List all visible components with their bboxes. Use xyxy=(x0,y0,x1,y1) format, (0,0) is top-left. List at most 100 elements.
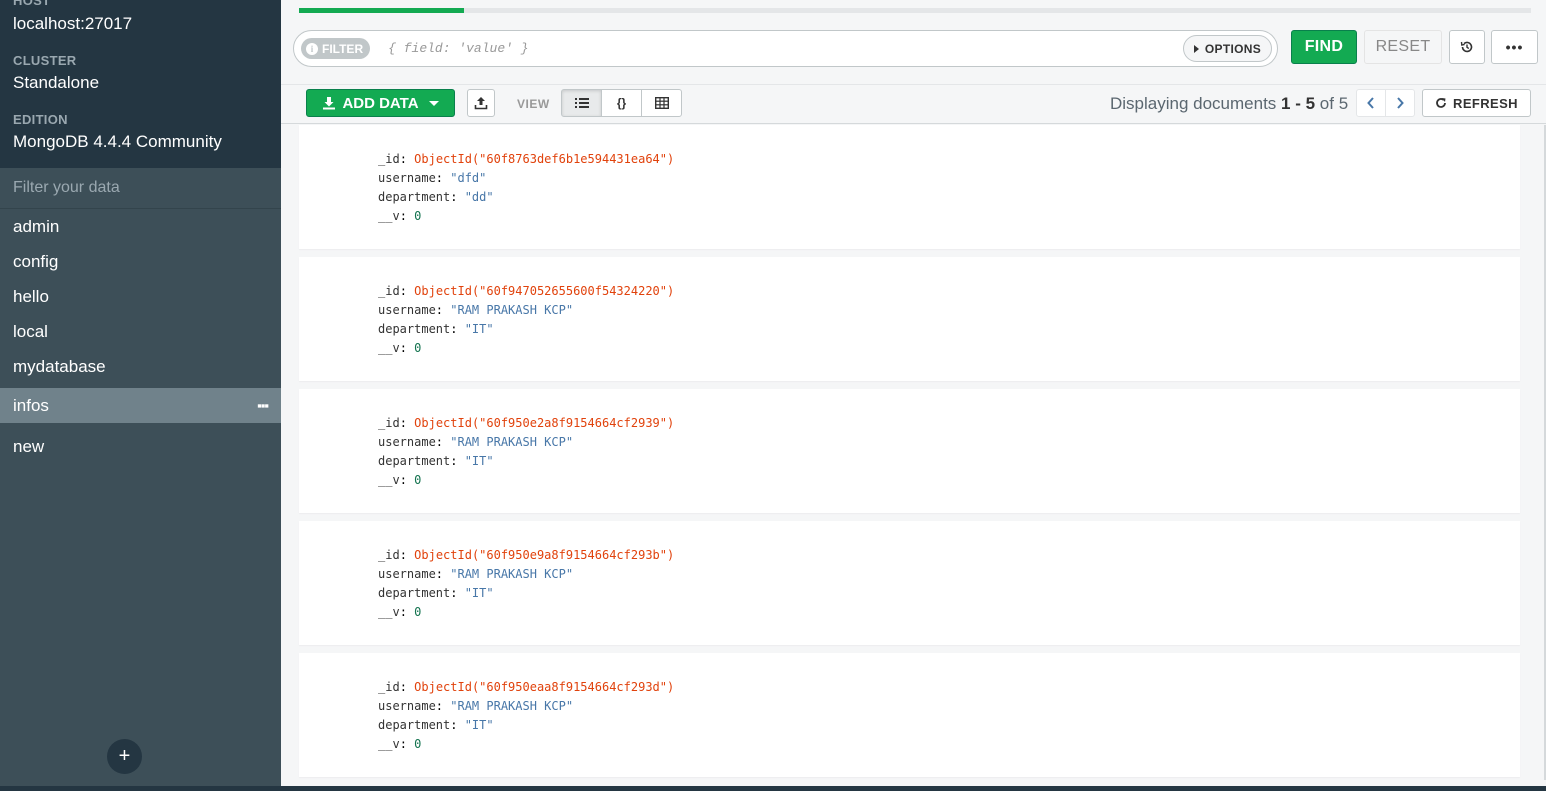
refresh-button[interactable]: REFRESH xyxy=(1422,89,1531,117)
field-key: _id xyxy=(378,416,400,430)
field-row-id: _id: ObjectId("60f950eaa8f9154664cf293d"… xyxy=(378,680,675,694)
document-card[interactable]: _id: ObjectId("60f950e9a8f9154664cf293b"… xyxy=(299,521,1520,645)
field-row-username: username: "RAM PRAKASH KCP" xyxy=(378,699,574,713)
field-key: username xyxy=(378,303,436,317)
query-history-button[interactable] xyxy=(1449,30,1485,64)
reset-button[interactable]: RESET xyxy=(1364,30,1442,64)
ellipsis-icon[interactable]: ▪▪▪ xyxy=(257,398,269,413)
filter-pill: i FILTER xyxy=(301,38,371,59)
sidebar-filter-input[interactable] xyxy=(13,179,268,197)
progress-fill xyxy=(299,8,465,13)
add-database-button[interactable]: + xyxy=(107,739,142,774)
paging-prefix: Displaying documents xyxy=(1110,94,1282,113)
document-fields: _id: ObjectId("60f8763def6b1e594431ea64"… xyxy=(378,150,674,226)
field-value-objectid: ObjectId("60f950e2a8f9154664cf2939") xyxy=(414,416,675,430)
previous-page-button[interactable] xyxy=(1356,89,1386,117)
refresh-label: REFRESH xyxy=(1453,95,1518,111)
host-label: HOST xyxy=(13,0,51,8)
filter-input[interactable] xyxy=(388,41,1183,56)
export-button[interactable] xyxy=(467,89,495,117)
document-list: _id: ObjectId("60f8763def6b1e594431ea64"… xyxy=(299,125,1520,785)
sidebar: HOST localhost:27017 CLUSTER Standalone … xyxy=(0,0,281,786)
field-value-string: "RAM PRAKASH KCP" xyxy=(450,567,574,581)
database-list: admin config hello local mydatabase info… xyxy=(0,209,281,464)
document-fields: _id: ObjectId("60f950e9a8f9154664cf293b"… xyxy=(378,546,674,622)
field-value-string: "IT" xyxy=(464,322,494,336)
paging-info: Displaying documents 1 - 5 of 5 xyxy=(1110,94,1348,114)
field-key: __v xyxy=(378,605,400,619)
download-icon xyxy=(323,97,336,110)
options-label: OPTIONS xyxy=(1204,41,1261,56)
next-page-button[interactable] xyxy=(1385,89,1415,117)
document-card[interactable]: _id: ObjectId("60f947052655600f54324220"… xyxy=(299,257,1520,381)
document-card[interactable]: _id: ObjectId("60f950eaa8f9154664cf293d"… xyxy=(299,653,1520,777)
field-key: username xyxy=(378,435,436,449)
field-key: __v xyxy=(378,209,400,223)
field-key: username xyxy=(378,699,436,713)
field-row-v: __v: 0 xyxy=(378,737,422,751)
sidebar-item-config[interactable]: config xyxy=(0,244,281,279)
field-row-department: department: "IT" xyxy=(378,454,494,468)
caret-right-icon xyxy=(1193,44,1199,53)
field-value-string: "RAM PRAKASH KCP" xyxy=(450,435,574,449)
field-value-string: "IT" xyxy=(464,454,494,468)
field-row-v: __v: 0 xyxy=(378,473,422,487)
json-view-button[interactable]: {} xyxy=(601,89,642,117)
field-value-objectid: ObjectId("60f947052655600f54324220") xyxy=(414,284,675,298)
field-key: username xyxy=(378,567,436,581)
field-value-string: "dfd" xyxy=(450,171,487,185)
sidebar-item-mydatabase[interactable]: mydatabase xyxy=(0,349,281,384)
find-button[interactable]: FIND xyxy=(1291,30,1357,64)
info-icon: i xyxy=(306,42,318,55)
edition-value: MongoDB 4.4.4 Community xyxy=(13,132,222,151)
list-view-button[interactable] xyxy=(561,89,602,117)
field-key: department xyxy=(378,454,451,468)
sidebar-item-hello[interactable]: hello xyxy=(0,279,281,314)
field-key: _id xyxy=(378,152,400,166)
progress-bar xyxy=(299,8,1531,13)
add-data-button[interactable]: ADD DATA xyxy=(306,89,455,117)
field-row-v: __v: 0 xyxy=(378,341,422,355)
sidebar-item-local[interactable]: local xyxy=(0,314,281,349)
history-icon xyxy=(1460,41,1473,53)
sidebar-item-admin[interactable]: admin xyxy=(0,209,281,244)
field-row-id: _id: ObjectId("60f8763def6b1e594431ea64"… xyxy=(378,152,675,166)
cluster-value: Standalone xyxy=(13,73,100,92)
refresh-icon xyxy=(1436,98,1446,108)
field-row-v: __v: 0 xyxy=(378,209,422,223)
paging-range: 1 - 5 xyxy=(1281,94,1316,113)
field-row-department: department: "IT" xyxy=(378,718,494,732)
field-value-string: "RAM PRAKASH KCP" xyxy=(450,303,574,317)
field-value-objectid: ObjectId("60f8763def6b1e594431ea64") xyxy=(414,152,675,166)
list-view-icon xyxy=(574,98,589,108)
sidebar-item-new[interactable]: new xyxy=(0,429,281,464)
export-icon xyxy=(474,97,488,110)
field-row-username: username: "RAM PRAKASH KCP" xyxy=(378,567,574,581)
field-value-number: 0 xyxy=(414,209,422,223)
field-key: department xyxy=(378,190,451,204)
view-label: VIEW xyxy=(517,97,550,111)
instance-info: HOST localhost:27017 CLUSTER Standalone … xyxy=(0,0,281,168)
field-key: department xyxy=(378,718,451,732)
field-key: department xyxy=(378,322,451,336)
document-fields: _id: ObjectId("60f947052655600f54324220"… xyxy=(378,282,674,358)
field-key: __v xyxy=(378,473,400,487)
view-switcher: {} xyxy=(561,89,682,117)
table-view-icon xyxy=(654,97,669,109)
paging-total: 5 xyxy=(1338,94,1349,113)
edition-label: EDITION xyxy=(13,112,68,127)
field-row-v: __v: 0 xyxy=(378,605,422,619)
chevron-left-icon xyxy=(1367,97,1374,109)
field-row-id: _id: ObjectId("60f947052655600f54324220"… xyxy=(378,284,675,298)
field-row-department: department: "IT" xyxy=(378,322,494,336)
document-card[interactable]: _id: ObjectId("60f950e2a8f9154664cf2939"… xyxy=(299,389,1520,513)
field-value-objectid: ObjectId("60f950eaa8f9154664cf293d") xyxy=(414,680,675,694)
field-key: __v xyxy=(378,737,400,751)
document-card[interactable]: _id: ObjectId("60f8763def6b1e594431ea64"… xyxy=(299,125,1520,249)
sidebar-item-infos[interactable]: infos ▪▪▪ xyxy=(0,388,281,423)
table-view-button[interactable] xyxy=(641,89,682,117)
options-button[interactable]: OPTIONS xyxy=(1182,35,1272,62)
field-row-username: username: "RAM PRAKASH KCP" xyxy=(378,303,574,317)
more-options-button[interactable]: ••• xyxy=(1491,30,1538,64)
field-key: __v xyxy=(378,341,400,355)
